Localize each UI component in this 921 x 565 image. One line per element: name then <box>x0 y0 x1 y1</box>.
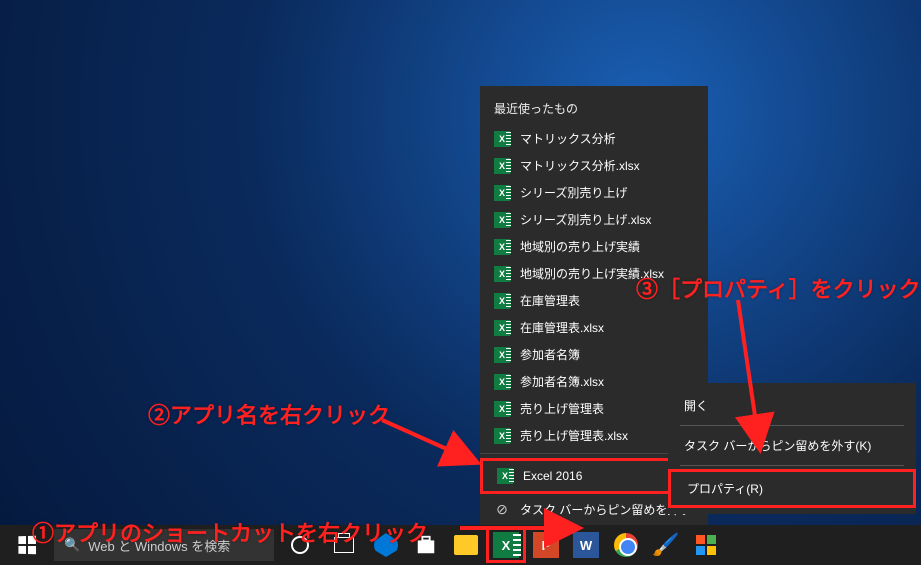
recent-item-label: シリーズ別売り上げ.xlsx <box>520 211 651 228</box>
recent-item-label: マトリックス分析 <box>520 130 616 147</box>
folder-icon <box>454 535 478 555</box>
recent-item[interactable]: X 地域別の売り上げ実績 <box>480 233 708 260</box>
jumplist-app-label: Excel 2016 <box>523 469 582 483</box>
taskbar-paint[interactable]: 🖌️ <box>646 525 686 565</box>
recent-item[interactable]: X マトリックス分析.xlsx <box>480 152 708 179</box>
recent-item[interactable]: X シリーズ別売り上げ.xlsx <box>480 206 708 233</box>
jumplist-header: 最近使ったもの <box>480 94 708 125</box>
recent-item[interactable]: X 参加者名簿 <box>480 341 708 368</box>
recent-item-label: 参加者名簿.xlsx <box>520 373 604 390</box>
recent-item-label: マトリックス分析.xlsx <box>520 157 640 174</box>
recent-item-label: 地域別の売り上げ実績 <box>520 238 640 255</box>
excel-file-icon: X <box>494 374 510 390</box>
taskbar-explorer[interactable] <box>446 525 486 565</box>
excel-file-icon: X <box>494 266 510 282</box>
excel-file-icon: X <box>494 212 510 228</box>
submenu-unpin[interactable]: タスク バーからピン留めを外す(K) <box>668 429 916 462</box>
taskbar-word[interactable]: W <box>566 525 606 565</box>
excel-app-icon: X <box>497 468 513 484</box>
context-submenu: 開く タスク バーからピン留めを外す(K) プロパティ(R) <box>668 383 916 514</box>
recent-item-label: 在庫管理表.xlsx <box>520 319 604 336</box>
taskbar-chrome[interactable] <box>606 525 646 565</box>
recent-item[interactable]: X シリーズ別売り上げ <box>480 179 708 206</box>
callout-1: ①アプリのショートカットを右クリック <box>32 516 428 548</box>
recent-item-label: 売り上げ管理表.xlsx <box>520 427 628 444</box>
recent-item-label: 在庫管理表 <box>520 292 580 309</box>
divider <box>680 425 904 426</box>
recent-item[interactable]: X 在庫管理表.xlsx <box>480 314 708 341</box>
submenu-properties[interactable]: プロパティ(R) <box>668 469 916 508</box>
submenu-open[interactable]: 開く <box>668 389 916 422</box>
word-icon: W <box>573 532 599 558</box>
excel-file-icon: X <box>494 185 510 201</box>
excel-icon: X <box>493 532 519 558</box>
taskbar-excel[interactable]: X <box>486 525 526 565</box>
excel-file-icon: X <box>494 239 510 255</box>
unpin-icon: ⊘ <box>494 502 510 518</box>
excel-file-icon: X <box>494 320 510 336</box>
excel-file-icon: X <box>494 158 510 174</box>
recent-item-label: 参加者名簿 <box>520 346 580 363</box>
recent-item-label: 売り上げ管理表 <box>520 400 604 417</box>
chrome-icon <box>614 533 638 557</box>
divider <box>680 465 904 466</box>
taskbar-all-apps[interactable] <box>686 525 726 565</box>
excel-file-icon: X <box>494 131 510 147</box>
brush-icon: 🖌️ <box>652 532 679 558</box>
jumplist-unpin-label: タスク バーからピン留めを外す <box>520 501 691 518</box>
powerpoint-icon: P <box>533 532 559 558</box>
taskbar-powerpoint[interactable]: P <box>526 525 566 565</box>
recent-item-label: シリーズ別売り上げ <box>520 184 627 201</box>
excel-file-icon: X <box>494 401 510 417</box>
callout-2: ②アプリ名を右クリック <box>148 398 390 430</box>
apps-grid-icon <box>696 535 716 555</box>
recent-item[interactable]: X マトリックス分析 <box>480 125 708 152</box>
excel-file-icon: X <box>494 347 510 363</box>
excel-file-icon: X <box>494 293 510 309</box>
excel-file-icon: X <box>494 428 510 444</box>
callout-3: ③［プロパティ］をクリック <box>636 272 921 304</box>
